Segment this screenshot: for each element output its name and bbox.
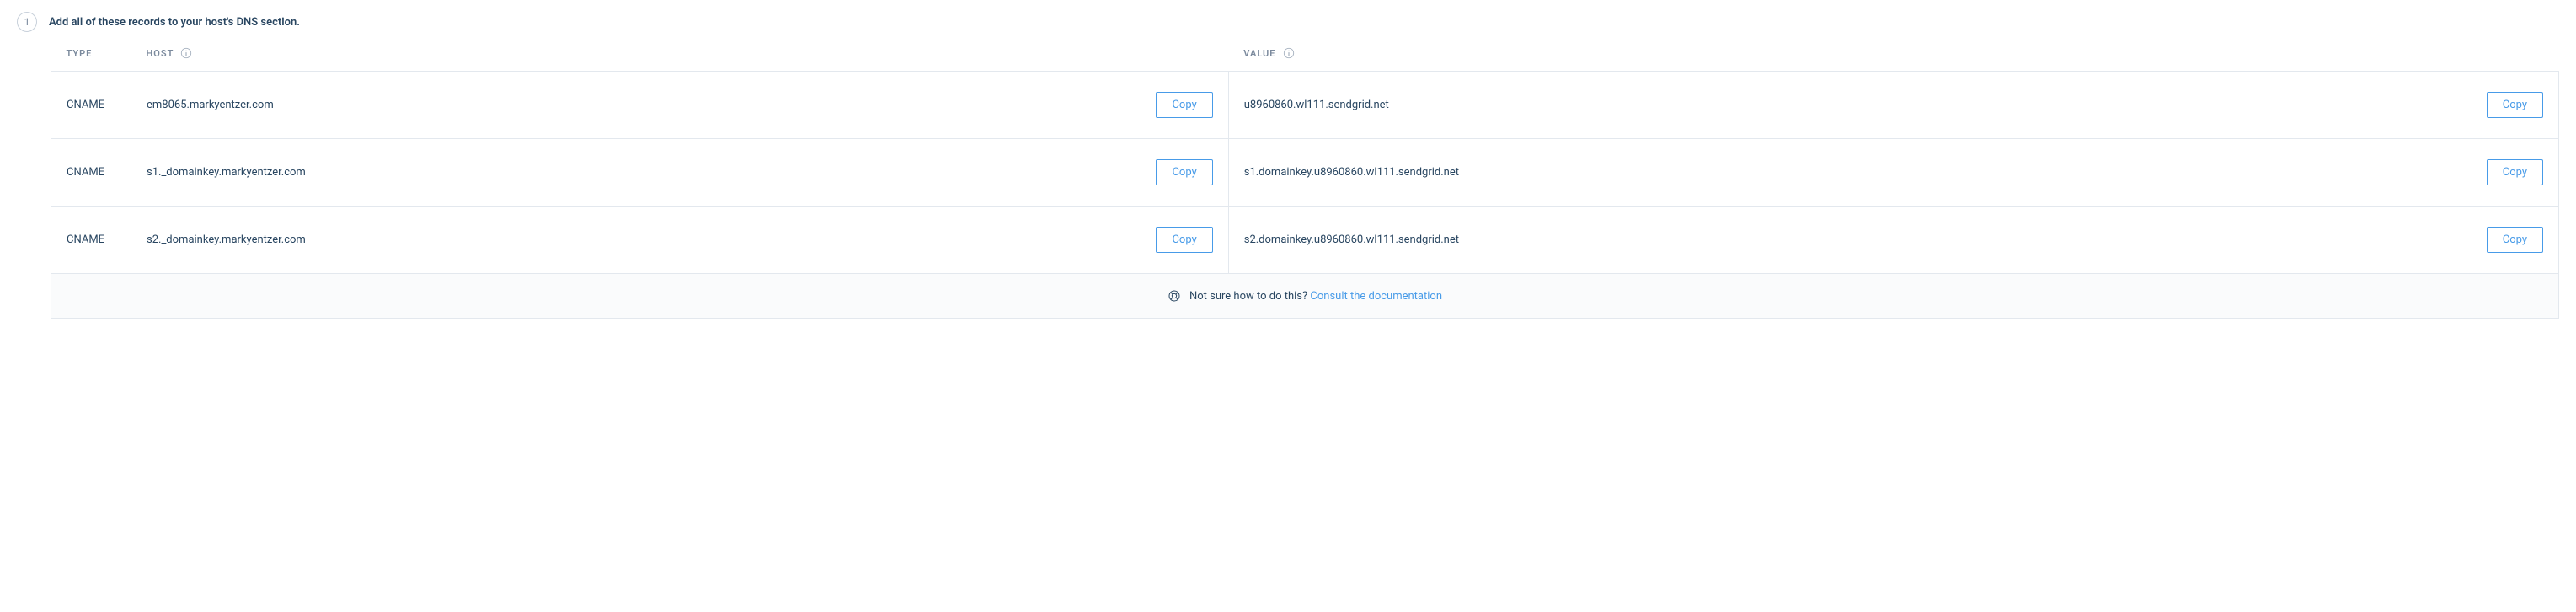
record-host-cell: s1._domainkey.markyentzer.com Copy bbox=[131, 139, 1229, 207]
column-header-value: VALUE bbox=[1228, 47, 2558, 72]
record-type: CNAME bbox=[67, 234, 104, 246]
record-host: s1._domainkey.markyentzer.com bbox=[147, 166, 306, 179]
help-prompt: Not sure how to do this? bbox=[1189, 290, 1307, 303]
record-type: CNAME bbox=[67, 99, 104, 111]
column-header-host-label: HOST bbox=[147, 48, 174, 59]
lifesaver-icon bbox=[1168, 289, 1181, 303]
copy-host-button[interactable]: Copy bbox=[1156, 159, 1212, 185]
copy-value-button[interactable]: Copy bbox=[2487, 159, 2543, 185]
record-type-cell: CNAME bbox=[51, 139, 131, 207]
record-type-cell: CNAME bbox=[51, 207, 131, 274]
record-value-cell: u8960860.wl111.sendgrid.net Copy bbox=[1228, 72, 2558, 139]
record-host-cell: em8065.markyentzer.com Copy bbox=[131, 72, 1229, 139]
step-header: 1 Add all of these records to your host'… bbox=[17, 12, 2559, 32]
record-host-cell: s2._domainkey.markyentzer.com Copy bbox=[131, 207, 1229, 274]
step-title: Add all of these records to your host's … bbox=[49, 16, 300, 29]
table-row: CNAME s2._domainkey.markyentzer.com Copy… bbox=[51, 207, 2559, 274]
record-host: s2._domainkey.markyentzer.com bbox=[147, 234, 306, 246]
column-header-host: HOST bbox=[131, 47, 1229, 72]
help-docs-link[interactable]: Consult the documentation bbox=[1310, 290, 1442, 303]
help-footer: Not sure how to do this? Consult the doc… bbox=[51, 274, 2559, 319]
record-value-cell: s2.domainkey.u8960860.wl111.sendgrid.net… bbox=[1228, 207, 2558, 274]
step-number-badge: 1 bbox=[17, 12, 37, 32]
record-value: u8960860.wl111.sendgrid.net bbox=[1244, 99, 1389, 111]
copy-host-button[interactable]: Copy bbox=[1156, 227, 1212, 253]
info-icon[interactable] bbox=[1283, 47, 1295, 59]
info-icon[interactable] bbox=[180, 47, 192, 59]
column-header-type-label: TYPE bbox=[67, 48, 93, 59]
record-host: em8065.markyentzer.com bbox=[147, 99, 274, 111]
record-type: CNAME bbox=[67, 166, 104, 179]
dns-records-table: TYPE HOST VALUE bbox=[51, 47, 2559, 274]
record-value: s2.domainkey.u8960860.wl111.sendgrid.net bbox=[1244, 234, 1459, 246]
column-header-value-label: VALUE bbox=[1243, 48, 1275, 59]
copy-value-button[interactable]: Copy bbox=[2487, 92, 2543, 118]
record-type-cell: CNAME bbox=[51, 72, 131, 139]
copy-value-button[interactable]: Copy bbox=[2487, 227, 2543, 253]
step-number: 1 bbox=[24, 16, 30, 28]
column-header-type: TYPE bbox=[51, 47, 131, 72]
record-value: s1.domainkey.u8960860.wl111.sendgrid.net bbox=[1244, 166, 1459, 179]
record-value-cell: s1.domainkey.u8960860.wl111.sendgrid.net… bbox=[1228, 139, 2558, 207]
table-row: CNAME s1._domainkey.markyentzer.com Copy… bbox=[51, 139, 2559, 207]
table-row: CNAME em8065.markyentzer.com Copy u89608… bbox=[51, 72, 2559, 139]
copy-host-button[interactable]: Copy bbox=[1156, 92, 1212, 118]
